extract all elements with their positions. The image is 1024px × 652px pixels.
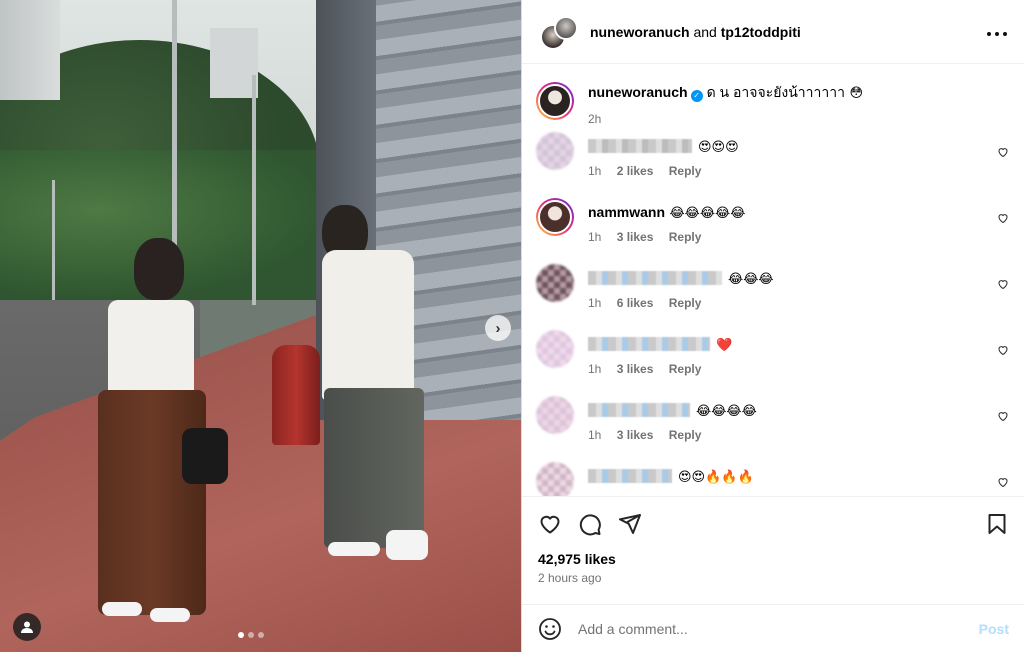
bookmark-icon[interactable] [985, 512, 1009, 536]
user-icon [21, 621, 33, 633]
post-photo[interactable]: › [0, 0, 521, 652]
post-authors: nuneworanuch and tp12toddpiti [590, 24, 801, 40]
post-actions: 42,975 likes 2 hours ago [522, 496, 1024, 604]
carousel-next-button[interactable]: › [485, 315, 511, 341]
comment-text: 😂😂😂😂 [696, 403, 757, 418]
carousel-dot [248, 632, 254, 638]
emoji-smile-icon[interactable] [538, 617, 562, 641]
photo-shoe [150, 608, 190, 622]
caption-time: 2h [588, 112, 602, 126]
comment-time: 1h [588, 164, 602, 178]
comment-text: 😂😂😂 [728, 271, 774, 286]
reply-button[interactable]: Reply [669, 362, 702, 376]
share-send-icon[interactable] [618, 512, 642, 536]
comment-username-pixelated[interactable] [588, 403, 690, 417]
chevron-right-icon: › [495, 319, 501, 337]
avatar[interactable] [536, 82, 574, 120]
post-header: nuneworanuch and tp12toddpiti [522, 0, 1024, 64]
photo-tower [210, 28, 258, 98]
comment-likes[interactable]: 2 likes [617, 164, 654, 178]
photo-person-top [108, 300, 194, 395]
avatar[interactable] [536, 330, 574, 368]
post-caption: nuneworanuch ✓ ด น อาจจะยังน้าาาาาา 😳 2h [522, 64, 1024, 132]
like-comment-heart-icon[interactable] [997, 476, 1009, 488]
comment-time: 1h [588, 296, 602, 310]
comment-text: 😍😍🔥🔥🔥 [678, 469, 754, 484]
photo-shoe [102, 602, 142, 616]
like-heart-icon[interactable] [538, 512, 562, 536]
comment-text: 😍😍😍 [698, 139, 739, 154]
comment-text: ❤️ [716, 337, 733, 352]
comments-list[interactable]: nuneworanuch ✓ ด น อาจจะยังน้าาาาาา 😳 2h 😍… [522, 64, 1024, 496]
collab-avatars[interactable] [538, 14, 578, 50]
like-comment-heart-icon[interactable] [997, 344, 1009, 356]
like-comment-heart-icon[interactable] [997, 146, 1009, 158]
more-horizontal-icon [987, 32, 1007, 36]
add-comment-bar: Post [522, 604, 1024, 652]
carousel-dot [258, 632, 264, 638]
photo-person-bag [182, 428, 228, 484]
photo-hydrant [272, 345, 320, 445]
comment-username-pixelated[interactable] [588, 139, 692, 153]
avatar[interactable] [536, 396, 574, 434]
post-comment-button[interactable]: Post [979, 621, 1009, 637]
comment-likes[interactable]: 3 likes [617, 230, 654, 244]
reply-button[interactable]: Reply [669, 164, 702, 178]
avatar[interactable] [536, 132, 574, 170]
comment-username-pixelated[interactable] [588, 337, 710, 351]
caption-emoji: 😳 [849, 85, 863, 100]
reply-button[interactable]: Reply [669, 296, 702, 310]
comment-item: nammwann 😂😂😂😂😂 1h 3 likes Reply [522, 198, 1024, 264]
photo-person-shirt [322, 250, 414, 400]
more-options-button[interactable] [986, 21, 1008, 42]
photo-tower [0, 0, 60, 100]
like-comment-heart-icon[interactable] [997, 278, 1009, 290]
comment-item: 😍😍😍 1h 2 likes Reply [522, 132, 1024, 198]
comment-likes[interactable]: 6 likes [617, 296, 654, 310]
caption-username[interactable]: nuneworanuch [588, 84, 688, 100]
photo-lamp-pole [52, 180, 55, 300]
comment-username[interactable]: nammwann [588, 204, 665, 220]
comment-item: 😍😍🔥🔥🔥 [522, 462, 1024, 496]
carousel-dot [238, 632, 244, 638]
comment-likes[interactable]: 3 likes [617, 362, 654, 376]
comment-item: 😂😂😂😂 1h 3 likes Reply [522, 396, 1024, 462]
author-joiner: and [693, 23, 717, 40]
likes-count[interactable]: 42,975 likes [538, 551, 1009, 567]
photo-shoe [328, 542, 380, 556]
comment-time: 1h [588, 230, 602, 244]
photo-person-pants [98, 390, 206, 615]
comment-time: 1h [588, 362, 602, 376]
comment-bubble-icon[interactable] [578, 512, 602, 536]
author-link[interactable]: nuneworanuch [590, 24, 690, 40]
tagged-users-button[interactable] [13, 613, 41, 641]
caption-text: ด น อาจจะยังน้าาาาาา [706, 84, 845, 100]
post-details-panel: nuneworanuch and tp12toddpiti nuneworanu… [521, 0, 1024, 652]
author-link[interactable]: tp12toddpiti [721, 24, 801, 40]
photo-person-pants [324, 388, 424, 548]
photo-shoe [386, 530, 428, 560]
reply-button[interactable]: Reply [669, 428, 702, 442]
like-comment-heart-icon[interactable] [997, 212, 1009, 224]
post-timestamp[interactable]: 2 hours ago [538, 571, 1009, 585]
verified-badge-icon: ✓ [690, 90, 703, 102]
comment-username-pixelated[interactable] [588, 271, 722, 285]
comment-username-pixelated[interactable] [588, 469, 672, 483]
photo-lamp-pole [252, 75, 256, 305]
comment-text: 😂😂😂😂😂 [669, 205, 746, 220]
photo-person-head [134, 238, 184, 300]
comment-likes[interactable]: 3 likes [617, 428, 654, 442]
like-comment-heart-icon[interactable] [997, 410, 1009, 422]
avatar[interactable] [536, 462, 574, 496]
avatar[interactable] [554, 15, 578, 40]
photo-lamp-pole [172, 0, 177, 250]
carousel-dots [238, 632, 264, 638]
comment-input[interactable] [578, 620, 979, 637]
comment-item: 😂😂😂 1h 6 likes Reply [522, 264, 1024, 330]
comment-item: ❤️ 1h 3 likes Reply [522, 330, 1024, 396]
comment-time: 1h [588, 428, 602, 442]
avatar[interactable] [536, 264, 574, 302]
avatar[interactable] [536, 198, 574, 236]
reply-button[interactable]: Reply [669, 230, 702, 244]
